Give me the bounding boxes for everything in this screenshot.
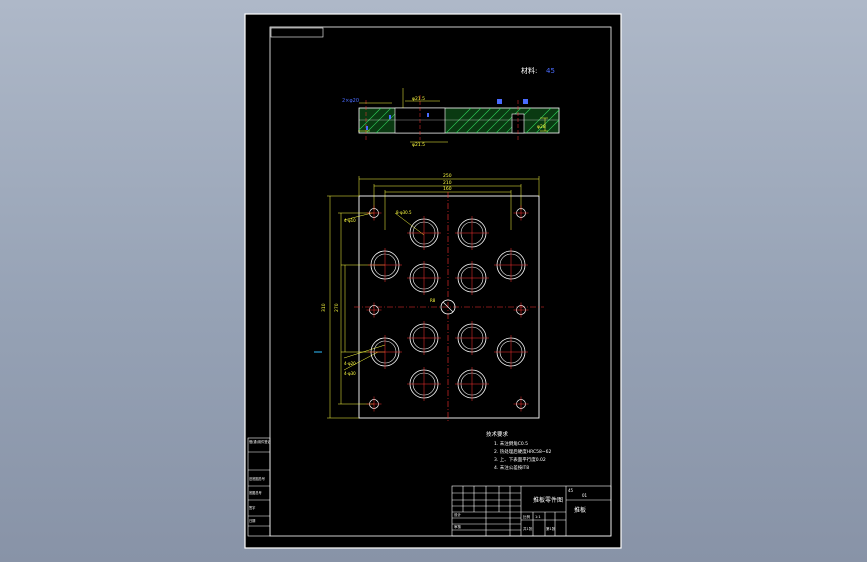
left-row-4: 签字 (249, 505, 255, 510)
plan-dim-width-2: 210 (443, 180, 452, 186)
section-dim-top-left: 2×φ20 (342, 98, 359, 104)
section-dim-right: φ28 (537, 124, 546, 130)
left-row-3: 底图总号 (249, 490, 262, 495)
left-row-5: 日期 (249, 518, 255, 523)
title-scale-label: 比例 (523, 514, 531, 519)
title-sheet-label: 共1张 (523, 526, 533, 531)
title-sheet-value: 第1张 (546, 526, 556, 531)
title-part-name: 推板 (574, 506, 586, 514)
left-row-1: 借(通)用件登记 (249, 439, 271, 444)
notes-title: 技术要求 (486, 430, 509, 438)
plan-dim-hole-bl: 4-φ20 (344, 361, 356, 366)
material-label: 材料: (521, 66, 537, 75)
title-drawing-no: 01 (582, 493, 588, 498)
plan-dim-hole-tl: 4-φ10 (344, 218, 356, 223)
material-value: 45 (546, 67, 555, 75)
left-row-2: 旧底图总号 (249, 476, 265, 481)
title-designer: 设计 (454, 512, 462, 517)
notes-line-1: 1. 未注倒角C0.5 (494, 440, 528, 447)
plan-dim-center: R8 (430, 298, 436, 303)
plan-dim-height-2: 270 (334, 303, 340, 312)
title-part-code: 推板零件图 (533, 496, 563, 504)
cad-drawing-viewport[interactable]: 材料: 45 2×φ20 φ21.5 φ28 φ21.5 250 210 160… (0, 0, 867, 562)
title-checker: 审核 (454, 524, 462, 529)
title-scale-value: 1:1 (535, 515, 541, 519)
plan-dim-height: 310 (321, 303, 327, 312)
section-dim-bottom: φ21.5 (412, 142, 425, 148)
plan-dim-hole-bl-2: 4-φ30 (344, 371, 356, 376)
title-material: 45 (568, 488, 574, 493)
plan-dim-width: 250 (443, 173, 452, 179)
notes-line-4: 4. 未注公差按IT8 (494, 464, 529, 471)
drawing-sheet (244, 13, 622, 549)
notes-line-2: 2. 热处理后硬度HRC58~62 (494, 448, 552, 455)
plan-dim-hole-tr: 8-φ30.5 (396, 210, 412, 215)
plan-dim-width-3: 160 (443, 186, 452, 192)
notes-line-3: 3. 上、下表面平行度0.02 (494, 456, 546, 463)
section-dim-top: φ21.5 (412, 96, 425, 102)
